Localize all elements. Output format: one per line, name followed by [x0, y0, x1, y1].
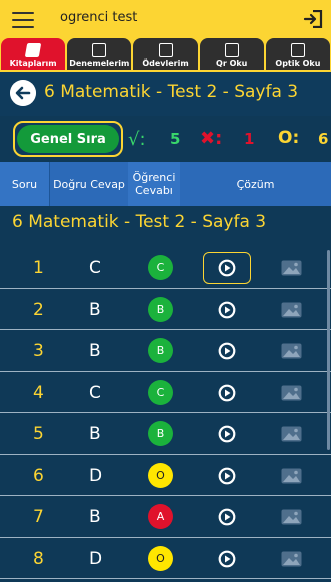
- solution-play-button[interactable]: [203, 418, 251, 450]
- top-app-bar: ogrenci test: [0, 0, 331, 38]
- question-number: 5: [33, 424, 44, 444]
- correct-answer: D: [89, 465, 103, 486]
- app-title: ogrenci test: [60, 10, 138, 25]
- question-number: 7: [33, 507, 44, 527]
- play-circle-icon: [218, 467, 236, 484]
- logout-icon[interactable]: [303, 10, 323, 28]
- tab-label: Denemelerim: [69, 59, 130, 68]
- image-icon: [281, 343, 302, 359]
- empty-count: 6: [318, 130, 329, 148]
- tab-bar: Kitaplarım Denemelerim Ödevlerim Qr Oku …: [0, 38, 331, 72]
- tab-optik-oku[interactable]: Optik Oku: [265, 38, 331, 72]
- score-summary: Genel Sıra √: 5 ✖: 1 O: 6: [0, 116, 331, 162]
- page-title: 6 Matematik - Test 2 - Sayfa 3: [44, 82, 299, 102]
- solution-play-button[interactable]: [203, 543, 251, 575]
- back-arrow-icon[interactable]: [10, 80, 36, 106]
- tab-label: Optik Oku: [275, 59, 321, 68]
- tab-label: Ödevlerim: [142, 59, 189, 68]
- table-row: 5 B B: [0, 413, 331, 455]
- image-icon: [281, 426, 302, 442]
- solution-play-button[interactable]: [203, 335, 251, 367]
- book-icon: [24, 43, 42, 57]
- table-row: 6 D O: [0, 455, 331, 496]
- question-number: 4: [33, 382, 44, 403]
- correct-answer: B: [89, 507, 101, 527]
- correct-check-icon: √:: [128, 129, 146, 150]
- correct-answer: C: [89, 258, 101, 278]
- image-icon: [281, 260, 302, 276]
- scrollbar[interactable]: [327, 250, 330, 450]
- table-row: 3 B B: [0, 330, 331, 372]
- student-answer-badge: B: [148, 338, 173, 363]
- solution-play-button[interactable]: [203, 252, 251, 284]
- header-soru: Soru: [0, 162, 50, 206]
- play-circle-icon: [218, 342, 236, 360]
- tab-odevlerim[interactable]: Ödevlerim: [133, 38, 198, 72]
- table-row: 8 D O: [0, 538, 331, 579]
- solution-play-button[interactable]: [203, 501, 251, 533]
- answer-table: 1CC2BB3BB4CC5BB6DO7BA8DO: [0, 247, 331, 579]
- table-row: 7 B A: [0, 496, 331, 538]
- image-icon: [281, 385, 302, 400]
- play-circle-icon: [218, 301, 236, 318]
- optical-form-icon: [290, 43, 305, 57]
- solution-play-button[interactable]: [203, 294, 251, 326]
- image-icon: [281, 551, 302, 566]
- correct-answer: B: [89, 424, 101, 444]
- correct-answer: C: [89, 382, 101, 403]
- play-circle-icon: [218, 259, 236, 277]
- tab-denemelerim[interactable]: Denemelerim: [67, 38, 132, 72]
- homework-icon: [158, 43, 173, 57]
- exam-icon: [92, 43, 107, 57]
- header-cozum: Çözüm: [180, 162, 331, 206]
- table-row: 2 B B: [0, 289, 331, 330]
- correct-answer: D: [89, 548, 103, 569]
- genel-sira-label: Genel Sıra: [17, 125, 119, 153]
- student-answer-badge: C: [148, 379, 173, 405]
- play-circle-icon: [218, 384, 236, 401]
- question-number: 2: [33, 299, 44, 320]
- table-header: Soru Doğru Cevap Öğrenci Cevabı Çözüm: [0, 162, 331, 206]
- image-icon: [281, 509, 302, 525]
- student-answer-badge: O: [148, 462, 173, 488]
- menu-icon[interactable]: [12, 12, 34, 28]
- question-number: 1: [33, 258, 44, 278]
- correct-answer: B: [89, 299, 101, 320]
- table-row: 1 C C: [0, 247, 331, 289]
- header-dogru-cevap: Doğru Cevap: [50, 162, 128, 206]
- tab-kitaplarim[interactable]: Kitaplarım: [1, 38, 66, 72]
- page-header: 6 Matematik - Test 2 - Sayfa 3: [0, 72, 331, 116]
- question-number: 6: [33, 465, 44, 486]
- tab-label: Qr Oku: [216, 59, 248, 68]
- tab-label: Kitaplarım: [9, 59, 57, 68]
- student-answer-badge: A: [148, 504, 173, 529]
- question-number: 3: [33, 341, 44, 361]
- table-row: 4 C C: [0, 372, 331, 413]
- qr-code-icon: [224, 43, 239, 57]
- correct-answer: B: [89, 341, 101, 361]
- student-answer-badge: C: [148, 255, 173, 280]
- image-icon: [281, 302, 302, 317]
- play-circle-icon: [218, 550, 236, 567]
- wrong-x-icon: ✖:: [200, 128, 223, 149]
- student-answer-badge: B: [148, 421, 173, 446]
- empty-circle-icon: O:: [278, 128, 300, 148]
- wrong-count: 1: [244, 130, 255, 148]
- correct-count: 5: [170, 130, 181, 148]
- genel-sira-button[interactable]: Genel Sıra: [13, 121, 123, 157]
- solution-play-button[interactable]: [203, 460, 251, 492]
- student-answer-badge: B: [148, 296, 173, 322]
- header-ogrenci-cevabi: Öğrenci Cevabı: [128, 162, 180, 206]
- test-title: 6 Matematik - Test 2 - Sayfa 3: [12, 212, 267, 232]
- play-circle-icon: [218, 425, 236, 443]
- play-circle-icon: [218, 508, 236, 526]
- tab-qr-oku[interactable]: Qr Oku: [199, 38, 264, 72]
- student-answer-badge: O: [148, 545, 173, 571]
- solution-play-button[interactable]: [203, 377, 251, 409]
- question-number: 8: [33, 548, 44, 569]
- image-icon: [281, 468, 302, 483]
